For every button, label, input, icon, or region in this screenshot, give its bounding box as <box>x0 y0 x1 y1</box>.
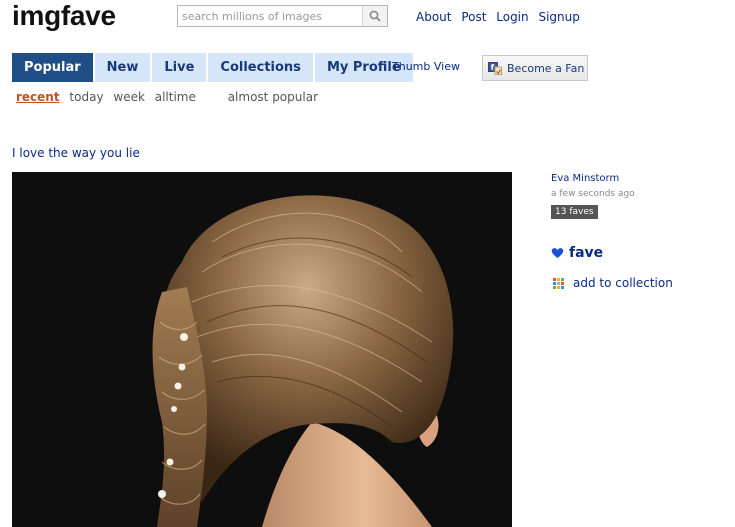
search-box <box>177 5 388 27</box>
faves-count-badge[interactable]: 13 faves <box>551 205 598 219</box>
post-link[interactable]: Post <box>461 10 486 24</box>
filter-almost-popular[interactable]: almost popular <box>228 90 318 104</box>
collection-grid-icon <box>553 277 564 289</box>
signup-link[interactable]: Signup <box>538 10 579 24</box>
main-tabs: Popular New Live Collections My Profile <box>12 53 415 82</box>
become-a-fan-label: Become a Fan <box>507 61 585 75</box>
hair-photo-illustration <box>12 172 512 527</box>
facebook-fan-icon: f <box>488 61 502 75</box>
add-to-collection-label: add to collection <box>573 276 673 290</box>
tab-live[interactable]: Live <box>152 53 207 82</box>
filter-alltime[interactable]: alltime <box>155 90 196 104</box>
heart-icon <box>551 248 564 258</box>
become-a-fan-button[interactable]: f Become a Fan <box>482 55 588 81</box>
filter-recent[interactable]: recent <box>16 90 60 104</box>
filter-today[interactable]: today <box>69 90 103 104</box>
about-link[interactable]: About <box>416 10 451 24</box>
page: imgfave About Post Login Signup Popular … <box>0 0 735 527</box>
search-input[interactable] <box>178 6 364 26</box>
filter-week[interactable]: week <box>113 90 145 104</box>
tab-popular[interactable]: Popular <box>12 53 93 82</box>
thumb-view-link[interactable]: Thumb View <box>392 60 460 73</box>
posted-time: a few seconds ago <box>551 189 635 199</box>
tab-collections[interactable]: Collections <box>208 53 313 82</box>
main-photo[interactable] <box>12 172 512 527</box>
image-meta: Eva Minstorm a few seconds ago 13 faves <box>551 173 635 219</box>
time-filter-nav: recent today week alltime almost popular <box>16 90 324 104</box>
author-link[interactable]: Eva Minstorm <box>551 173 635 184</box>
image-title[interactable]: I love the way you lie <box>12 146 140 160</box>
login-link[interactable]: Login <box>496 10 528 24</box>
search-icon <box>369 10 381 22</box>
fave-label: fave <box>569 245 604 261</box>
site-logo[interactable]: imgfave <box>12 0 116 32</box>
add-to-collection-button[interactable]: add to collection <box>553 276 673 290</box>
top-nav: About Post Login Signup <box>416 10 586 24</box>
search-button[interactable] <box>362 6 387 26</box>
fave-button[interactable]: fave <box>551 245 603 261</box>
tab-new[interactable]: New <box>94 53 151 82</box>
svg-text:f: f <box>491 63 495 72</box>
